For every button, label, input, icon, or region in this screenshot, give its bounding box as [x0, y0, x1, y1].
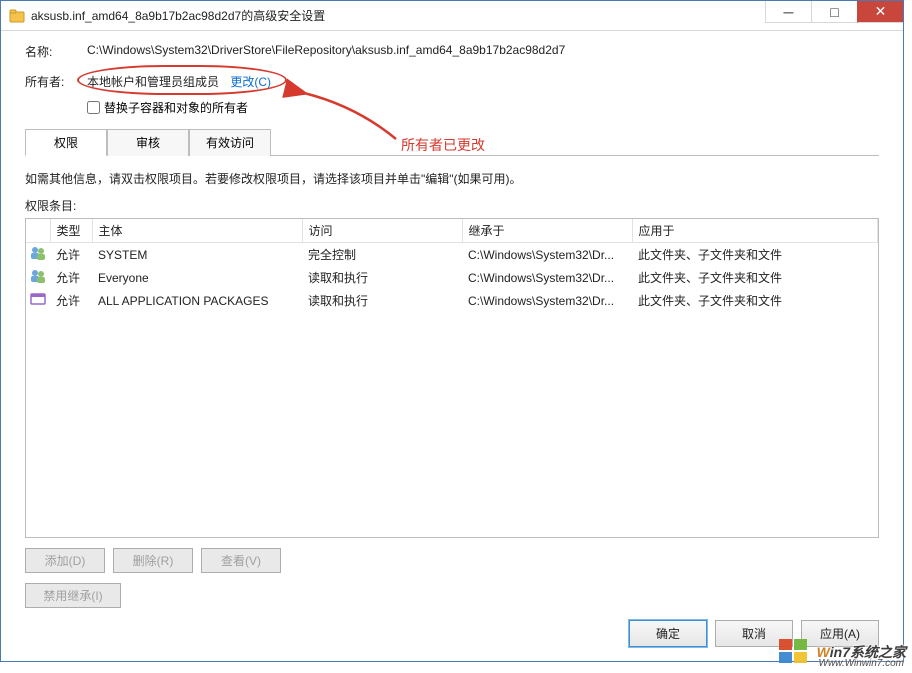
table-row[interactable]: 允许ALL APPLICATION PACKAGES读取和执行C:\Window… — [26, 289, 878, 312]
maximize-button[interactable]: □ — [811, 1, 857, 23]
col-type[interactable]: 类型 — [50, 219, 92, 243]
row-type: 允许 — [50, 243, 92, 267]
folder-icon — [9, 8, 25, 24]
add-button[interactable]: 添加(D) — [25, 548, 105, 573]
owner-row: 所有者: 本地帐户和管理员组成员 更改(C) — [25, 71, 879, 91]
security-dialog-window: aksusb.inf_amd64_8a9b17b2ac98d2d7的高级安全设置… — [0, 0, 904, 662]
annotation-text: 所有者已更改 — [401, 135, 485, 155]
disable-inheritance-button[interactable]: 禁用继承(I) — [25, 583, 121, 608]
permissions-list[interactable]: 类型 主体 访问 继承于 应用于 允许SYSTEM完全控制C:\Windows\… — [25, 218, 879, 538]
row-applies: 此文件夹、子文件夹和文件 — [632, 243, 878, 267]
users-icon — [26, 266, 50, 289]
cancel-button[interactable]: 取消 — [715, 620, 793, 647]
col-inherited[interactable]: 继承于 — [462, 219, 632, 243]
package-icon — [26, 289, 50, 312]
title-suffix: 的高级安全设置 — [241, 9, 325, 23]
row-access: 完全控制 — [302, 243, 462, 267]
name-row: 名称: C:\Windows\System32\DriverStore\File… — [25, 43, 879, 63]
users-icon — [26, 243, 50, 267]
titlebar: aksusb.inf_amd64_8a9b17b2ac98d2d7的高级安全设置… — [1, 1, 903, 31]
remove-button[interactable]: 删除(R) — [113, 548, 193, 573]
dialog-content: 名称: C:\Windows\System32\DriverStore\File… — [25, 43, 879, 641]
permissions-table: 类型 主体 访问 继承于 应用于 允许SYSTEM完全控制C:\Windows\… — [26, 219, 878, 312]
permission-entries-label: 权限条目: — [25, 197, 879, 214]
table-row[interactable]: 允许SYSTEM完全控制C:\Windows\System32\Dr...此文件… — [26, 243, 878, 267]
col-icon[interactable] — [26, 219, 50, 243]
row-applies: 此文件夹、子文件夹和文件 — [632, 289, 878, 312]
col-principal[interactable]: 主体 — [92, 219, 302, 243]
tab-permissions[interactable]: 权限 — [25, 129, 107, 156]
col-applies[interactable]: 应用于 — [632, 219, 878, 243]
replace-owner-checkbox[interactable] — [87, 101, 100, 114]
row-principal: SYSTEM — [92, 243, 302, 267]
row-principal: Everyone — [92, 266, 302, 289]
col-access[interactable]: 访问 — [302, 219, 462, 243]
window-title: aksusb.inf_amd64_8a9b17b2ac98d2d7的高级安全设置 — [31, 7, 325, 24]
change-owner-link[interactable]: 更改(C) — [230, 75, 271, 89]
row-type: 允许 — [50, 289, 92, 312]
row-applies: 此文件夹、子文件夹和文件 — [632, 266, 878, 289]
window-controls: ─ □ ✕ — [765, 1, 903, 23]
row-access: 读取和执行 — [302, 289, 462, 312]
tab-auditing[interactable]: 审核 — [107, 129, 189, 156]
table-header-row: 类型 主体 访问 继承于 应用于 — [26, 219, 878, 243]
row-principal: ALL APPLICATION PACKAGES — [92, 289, 302, 312]
apply-button[interactable]: 应用(A) — [801, 620, 879, 647]
row-access: 读取和执行 — [302, 266, 462, 289]
close-button[interactable]: ✕ — [857, 1, 903, 23]
dialog-buttons: 确定 取消 应用(A) — [629, 620, 879, 647]
row-inherited: C:\Windows\System32\Dr... — [462, 243, 632, 267]
replace-owner-label: 替换子容器和对象的所有者 — [104, 99, 248, 116]
owner-area: 本地帐户和管理员组成员 更改(C) — [87, 73, 271, 90]
row-inherited: C:\Windows\System32\Dr... — [462, 266, 632, 289]
table-row[interactable]: 允许Everyone读取和执行C:\Windows\System32\Dr...… — [26, 266, 878, 289]
instruction-text: 如需其他信息，请双击权限项目。若要修改权限项目，请选择该项目并单击"编辑"(如果… — [25, 170, 879, 187]
replace-owner-row: 替换子容器和对象的所有者 — [87, 99, 879, 116]
inherit-button-row: 禁用继承(I) — [25, 583, 879, 608]
owner-label: 所有者: — [25, 73, 87, 90]
name-value: C:\Windows\System32\DriverStore\FileRepo… — [87, 43, 565, 57]
ok-button[interactable]: 确定 — [629, 620, 707, 647]
minimize-button[interactable]: ─ — [765, 1, 811, 23]
title-file: aksusb.inf_amd64_8a9b17b2ac98d2d7 — [31, 9, 241, 23]
row-type: 允许 — [50, 266, 92, 289]
row-inherited: C:\Windows\System32\Dr... — [462, 289, 632, 312]
owner-value: 本地帐户和管理员组成员 — [87, 75, 219, 89]
action-buttons-row: 添加(D) 删除(R) 查看(V) — [25, 548, 879, 573]
view-button[interactable]: 查看(V) — [201, 548, 281, 573]
tab-effective-access[interactable]: 有效访问 — [189, 129, 271, 156]
name-label: 名称: — [25, 43, 87, 60]
